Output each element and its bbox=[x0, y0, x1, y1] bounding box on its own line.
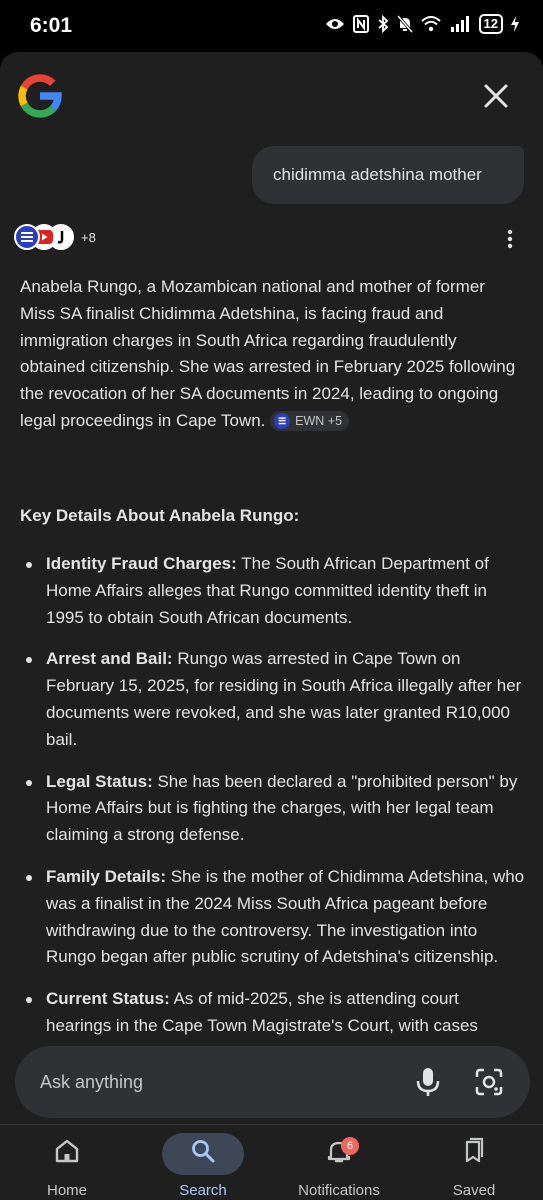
list-item-title: Family Details: bbox=[46, 866, 166, 886]
list-item-title: Arrest and Bail: bbox=[46, 649, 173, 669]
notifications-badge: 6 bbox=[341, 1137, 359, 1155]
nav-home[interactable]: Home bbox=[17, 1125, 117, 1200]
ewn-icon: ☰ bbox=[274, 412, 291, 429]
ask-anything-input[interactable] bbox=[40, 1046, 390, 1118]
list-item: Legal Status: She has been declared a "p… bbox=[20, 769, 526, 849]
ewn-icon bbox=[14, 224, 40, 250]
answer-text: Anabela Rungo, a Mozambican national and… bbox=[20, 277, 516, 430]
lens-camera-icon[interactable] bbox=[475, 1068, 503, 1096]
home-icon bbox=[55, 1139, 79, 1163]
ask-bar bbox=[15, 1046, 530, 1118]
status-time: 6:01 bbox=[30, 14, 73, 37]
list-item-title: Current Status: bbox=[46, 989, 170, 1009]
bottom-nav: Home Search 6 Notifications Saved bbox=[0, 1124, 543, 1200]
key-details-heading: Key Details About Anabela Rungo: bbox=[20, 506, 300, 525]
charging-icon bbox=[511, 16, 519, 32]
nav-search-label: Search bbox=[179, 1182, 227, 1199]
status-bar: 6:01 12 bbox=[0, 0, 543, 52]
eye-icon bbox=[325, 19, 344, 29]
google-logo bbox=[18, 74, 62, 118]
bluetooth-icon bbox=[377, 15, 388, 33]
list-item-title: Legal Status: bbox=[46, 771, 153, 791]
nav-notifications-label: Notifications bbox=[298, 1182, 380, 1199]
sources-row[interactable]: +8 bbox=[14, 224, 96, 250]
nav-home-label: Home bbox=[46, 1182, 87, 1199]
nav-notifications[interactable]: 6 Notifications bbox=[289, 1125, 389, 1200]
answer-paragraph: Anabela Rungo, a Mozambican national and… bbox=[20, 274, 516, 435]
mic-icon[interactable] bbox=[415, 1067, 441, 1097]
nav-search[interactable]: Search bbox=[153, 1125, 253, 1200]
close-icon[interactable] bbox=[482, 82, 510, 110]
list-item: Identity Fraud Charges: The South Africa… bbox=[20, 551, 526, 631]
ai-answer-screen: chidimma adetshina mother +8 Anabela Run… bbox=[0, 52, 543, 1124]
bell-off-icon bbox=[396, 15, 413, 33]
signal-icon bbox=[450, 16, 469, 32]
battery-indicator: 12 bbox=[478, 14, 503, 34]
citation-chip[interactable]: ☰ EWN +5 bbox=[270, 410, 350, 431]
nav-saved[interactable]: Saved bbox=[424, 1125, 524, 1200]
key-details-list: Identity Fraud Charges: The South Africa… bbox=[20, 551, 526, 1082]
citation-chip-label: EWN +5 bbox=[295, 413, 343, 428]
nfc-icon bbox=[352, 15, 369, 33]
user-query-bubble: chidimma adetshina mother bbox=[252, 146, 524, 204]
search-icon bbox=[192, 1140, 215, 1163]
nav-saved-label: Saved bbox=[452, 1182, 496, 1199]
more-options-icon[interactable] bbox=[503, 228, 517, 250]
wifi-icon bbox=[420, 16, 441, 32]
list-item: Arrest and Bail: Rungo was arrested in C… bbox=[20, 646, 526, 753]
list-item-title: Identity Fraud Charges: bbox=[46, 554, 237, 573]
sources-count: +8 bbox=[81, 229, 96, 245]
list-item: Family Details: She is the mother of Chi… bbox=[20, 864, 526, 971]
bookmarks-icon bbox=[465, 1137, 484, 1163]
status-icons: 12 bbox=[325, 14, 519, 34]
